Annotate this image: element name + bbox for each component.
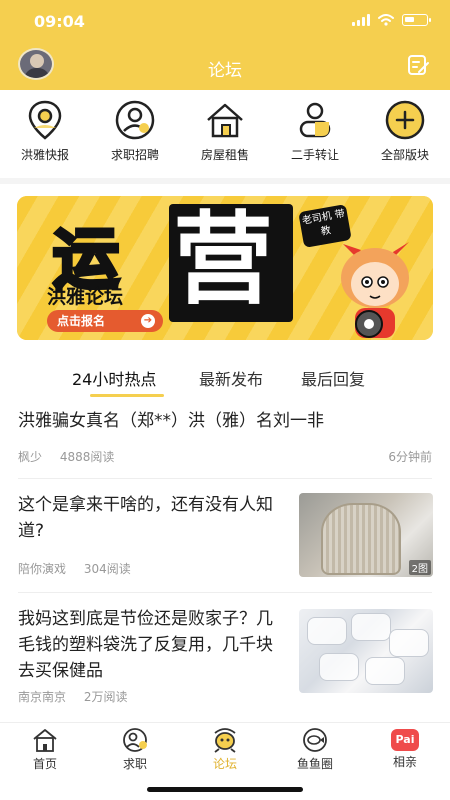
person-icon xyxy=(299,102,331,138)
post-reads: 2万阅读 xyxy=(83,690,128,704)
section-divider xyxy=(0,178,450,184)
user-profile-icon xyxy=(115,100,155,140)
post-title-3[interactable]: 我妈这到底是节俭还是败家子？几毛钱的塑料袋洗了反复用，几千块去买保健品 xyxy=(18,606,280,684)
list-divider xyxy=(18,592,432,593)
post-author: 陪你演戏 xyxy=(18,562,67,576)
tab-last-reply[interactable]: 最后回复 xyxy=(301,366,365,390)
post-author: 南京南京 xyxy=(18,690,67,704)
nav-fish-circle[interactable]: 鱼鱼圈 xyxy=(270,727,360,772)
banner-signup-button[interactable]: 点击报名 ➔ xyxy=(47,310,163,332)
app-header: 09:04 论坛 xyxy=(0,0,450,90)
job-icon xyxy=(123,728,147,752)
post-title-1[interactable]: 洪雅骗女真名（郑**）洪（雅）名刘一非 xyxy=(18,408,432,434)
home-indicator xyxy=(147,787,303,792)
category-jobs[interactable]: 求职招聘 xyxy=(95,98,175,174)
nav-forum[interactable]: 论坛 xyxy=(180,727,270,772)
basket-image xyxy=(321,503,401,575)
plastic-bag-image xyxy=(319,653,359,681)
edit-post-icon[interactable] xyxy=(406,53,430,77)
banner-subtitle: 洪雅论坛 xyxy=(47,286,124,308)
signal-icon xyxy=(352,14,370,26)
post-meta-2: 陪你演戏 304阅读 xyxy=(18,560,131,577)
post-meta-1: 枫少 4888阅读 xyxy=(18,448,432,465)
post-thumbnail-3[interactable] xyxy=(299,609,433,693)
forum-icon xyxy=(214,728,236,753)
post-title-2[interactable]: 这个是拿来干啥的，还有没有人知道? xyxy=(18,492,278,544)
plastic-bag-image xyxy=(351,613,391,641)
page-title: 论坛 xyxy=(208,61,242,81)
category-all[interactable]: 全部版块 xyxy=(365,98,445,174)
wifi-icon xyxy=(378,14,394,26)
house-icon xyxy=(207,103,243,138)
post-thumbnail-2[interactable]: 2图 xyxy=(299,493,433,577)
post-time: 6分钟前 xyxy=(388,450,432,464)
post-reads: 4888阅读 xyxy=(59,450,115,464)
fish-circle-icon xyxy=(303,728,327,752)
feed-tabs: 24小时热点 最新发布 最后回复 xyxy=(0,360,450,400)
category-housing[interactable]: 房屋租售 xyxy=(185,98,265,174)
location-pin-icon xyxy=(28,100,62,140)
tab-hot-24h[interactable]: 24小时热点 xyxy=(72,366,156,390)
plastic-bag-image xyxy=(365,657,405,685)
plastic-bag-image xyxy=(307,617,347,645)
category-secondhand[interactable]: 二手转让 xyxy=(275,98,355,174)
promo-banner[interactable]: 运 营 洪雅论坛 点击报名 ➔ 老司机 带教 xyxy=(17,196,433,340)
nav-dating[interactable]: Pai 相亲 xyxy=(360,727,450,770)
pai-icon: Pai xyxy=(391,729,419,751)
post-meta-3: 南京南京 2万阅读 xyxy=(18,688,127,705)
cartoon-girl-illustration xyxy=(341,242,409,338)
category-grid: 洪雅快报 求职招聘 房屋租售 二手转让 全部版块 xyxy=(0,98,450,174)
status-icons xyxy=(352,14,431,26)
nav-home[interactable]: 首页 xyxy=(0,727,90,772)
battery-icon xyxy=(402,14,431,26)
status-time: 09:04 xyxy=(34,12,85,31)
active-tab-indicator xyxy=(90,394,164,397)
banner-char-2: 营 xyxy=(173,201,273,318)
list-divider xyxy=(18,478,432,479)
post-reads: 304阅读 xyxy=(83,562,131,576)
arrow-right-icon: ➔ xyxy=(141,314,155,328)
category-news[interactable]: 洪雅快报 xyxy=(5,98,85,174)
tab-latest[interactable]: 最新发布 xyxy=(199,366,263,390)
post-author: 枫少 xyxy=(18,450,43,464)
nav-jobs[interactable]: 求职 xyxy=(90,727,180,772)
home-icon xyxy=(33,729,57,752)
plus-circle-icon xyxy=(385,100,425,140)
image-count-badge: 2图 xyxy=(408,560,431,575)
plastic-bag-image xyxy=(389,629,429,657)
